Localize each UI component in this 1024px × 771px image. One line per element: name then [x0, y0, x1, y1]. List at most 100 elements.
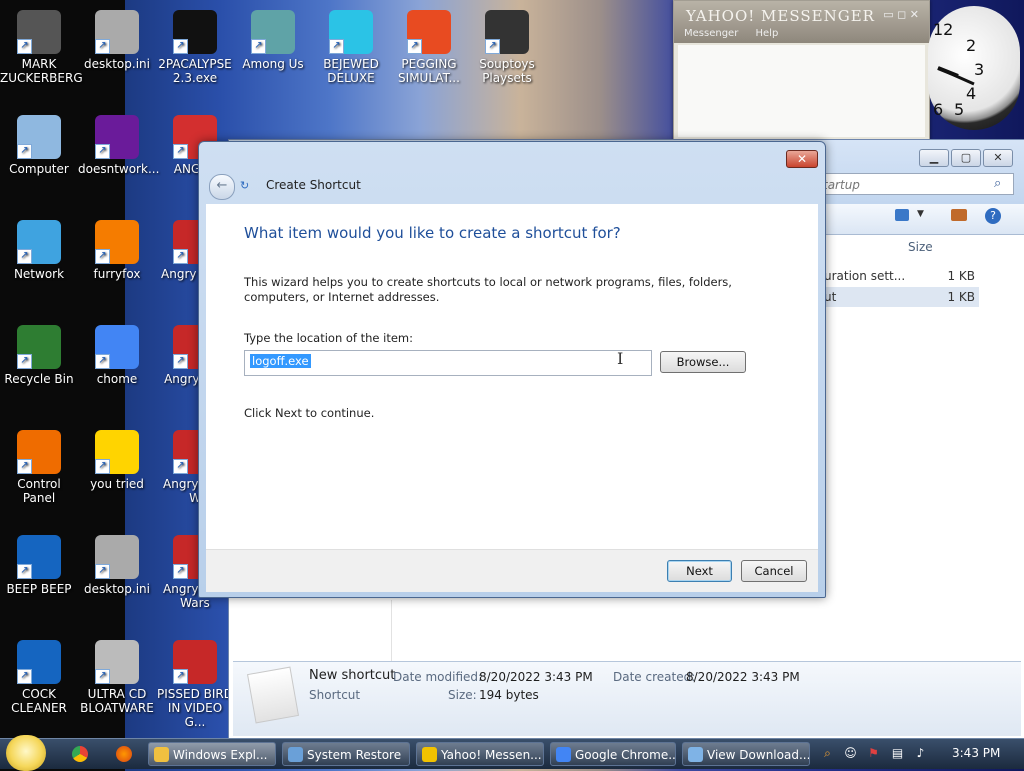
- desktop-icon-label: COCK CLEANER: [11, 687, 67, 715]
- shortcut-arrow-icon: ↗: [17, 249, 32, 264]
- desktop-icon[interactable]: ↗ ULTRA CD BLOATWARE: [78, 640, 156, 715]
- back-arrow-icon[interactable]: ←: [209, 174, 235, 200]
- views-icon[interactable]: [895, 209, 909, 221]
- taskbar-button-label: Google Chrome...: [575, 748, 676, 762]
- search-icon[interactable]: ⌕: [994, 176, 1001, 191]
- shortcut-icon: ↻: [240, 179, 250, 192]
- desktop-icon[interactable]: ↗ COCK CLEANER: [0, 640, 78, 715]
- desktop-icon-image: ↗: [173, 10, 217, 54]
- preview-pane-icon[interactable]: [951, 209, 967, 221]
- dialog-close-button[interactable]: ✕: [786, 150, 818, 168]
- details-name: New shortcut: [309, 668, 396, 683]
- clock-time[interactable]: 3:43 PM: [952, 746, 1000, 760]
- create-shortcut-dialog[interactable]: ✕ ← ↻ Create Shortcut What item would yo…: [198, 141, 826, 598]
- chrome-icon[interactable]: [72, 746, 88, 762]
- close-button[interactable]: ✕: [983, 149, 1013, 167]
- desktop-icon[interactable]: ↗ Control Panel: [0, 430, 78, 505]
- desktop-icon-label: desktop.ini: [84, 582, 150, 596]
- file-name: uration sett...: [824, 269, 906, 283]
- taskbar-app-icon: [288, 747, 303, 762]
- shortcut-arrow-icon: ↗: [485, 39, 500, 54]
- desktop-icon[interactable]: ↗ Network: [0, 220, 78, 281]
- desktop-icon-image: ↗: [95, 325, 139, 369]
- browse-button[interactable]: Browse...: [660, 351, 746, 373]
- desktop-icon-label: chome: [96, 372, 138, 386]
- taskbar-button[interactable]: Google Chrome...: [550, 742, 676, 766]
- desktop-icon-image: ↗: [17, 535, 61, 579]
- yahoo-window-controls[interactable]: ▭ ◻ ✕: [883, 8, 919, 21]
- messenger-tray-icon[interactable]: ☺: [843, 746, 858, 761]
- volume-icon[interactable]: ♪: [913, 746, 928, 761]
- dialog-content: What item would you like to create a sho…: [206, 204, 818, 549]
- yahoo-menu-messenger[interactable]: Messenger: [684, 28, 738, 39]
- desktop-icon-label: Recycle Bin: [4, 372, 74, 386]
- desktop-icon[interactable]: ↗ chome: [78, 325, 156, 386]
- taskbar-button-label: View Download...: [707, 748, 810, 762]
- dialog-hint: Click Next to continue.: [244, 406, 375, 420]
- desktop-icon[interactable]: ↗ 2PACALYPSE 2.3.exe: [156, 10, 234, 85]
- firefox-icon[interactable]: [116, 746, 132, 762]
- desktop-icon-image: ↗: [485, 10, 529, 54]
- desktop-icon-label: MARK ZUCKERBERG: [0, 57, 83, 85]
- minimize-button[interactable]: ▁: [919, 149, 949, 167]
- desktop-icon-label: BEJEWED DELUXE: [323, 57, 379, 85]
- taskbar-button[interactable]: Yahoo! Messen...: [416, 742, 544, 766]
- desktop-icon[interactable]: ↗ Souptoys Playsets: [468, 10, 546, 85]
- action-center-icon[interactable]: ⚑: [866, 746, 881, 761]
- shortcut-arrow-icon: ↗: [407, 39, 422, 54]
- desktop-icon[interactable]: ↗ PEGGING SIMULAT...: [390, 10, 468, 85]
- file-size: 1 KB: [947, 290, 975, 304]
- column-header-size[interactable]: Size: [824, 236, 1014, 256]
- details-created-value: 8/20/2022 3:43 PM: [686, 670, 800, 684]
- desktop-icon[interactable]: ↗ Among Us: [234, 10, 312, 71]
- details-modified-label: Date modified:: [393, 670, 483, 684]
- chevron-down-icon[interactable]: ▼: [917, 209, 924, 219]
- search-input[interactable]: tartup: [819, 173, 1014, 195]
- details-created-label: Date created:: [613, 670, 696, 684]
- desktop-icon[interactable]: ↗ you tried: [78, 430, 156, 491]
- shortcut-arrow-icon: ↗: [95, 39, 110, 54]
- file-row[interactable]: ut 1 KB: [824, 287, 979, 307]
- yahoo-messenger-window[interactable]: YAHOO! MESSENGER ▭ ◻ ✕ Messenger Help: [673, 0, 930, 142]
- shortcut-arrow-icon: ↗: [95, 669, 110, 684]
- desktop-icon-label: PISSED BIRD IN VIDEO G...: [157, 687, 233, 729]
- location-label: Type the location of the item:: [244, 331, 414, 345]
- yahoo-title: YAHOO! MESSENGER: [686, 7, 875, 25]
- desktop-icon-image: ↗: [95, 640, 139, 684]
- file-row[interactable]: uration sett... 1 KB: [824, 266, 979, 286]
- network-icon[interactable]: ▤: [890, 746, 905, 761]
- clock-gadget[interactable]: 12 2 3 4 5 6: [928, 6, 1020, 130]
- desktop-icon[interactable]: ↗ MARK ZUCKERBERG: [0, 10, 83, 85]
- start-button[interactable]: [6, 735, 46, 771]
- desktop-icon[interactable]: ↗ BEEP BEEP: [0, 535, 78, 596]
- shortcut-arrow-icon: ↗: [17, 144, 32, 159]
- shortcut-arrow-icon: ↗: [17, 39, 32, 54]
- taskbar-button[interactable]: System Restore: [282, 742, 410, 766]
- help-icon[interactable]: ?: [985, 208, 1001, 224]
- desktop-icon-label: PEGGING SIMULAT...: [398, 57, 460, 85]
- details-size-value: 194 bytes: [479, 688, 539, 702]
- desktop-icon[interactable]: ↗ desktop.ini: [78, 10, 156, 71]
- desktop-icon[interactable]: ↗ PISSED BIRD IN VIDEO G...: [156, 640, 234, 729]
- desktop-icon[interactable]: ↗ furryfox: [78, 220, 156, 281]
- next-button[interactable]: Next: [667, 560, 732, 582]
- shortcut-arrow-icon: ↗: [173, 39, 188, 54]
- desktop-icon-image: ↗: [17, 220, 61, 264]
- desktop-icon-image: ↗: [95, 115, 139, 159]
- desktop-icon[interactable]: ↗ BEJEWED DELUXE: [312, 10, 390, 85]
- desktop-icon[interactable]: ↗ doesntwork...: [78, 115, 159, 176]
- desktop-icon[interactable]: ↗ Recycle Bin: [0, 325, 78, 386]
- shortcut-arrow-icon: ↗: [251, 39, 266, 54]
- desktop-icon-image: ↗: [173, 640, 217, 684]
- desktop-icon[interactable]: ↗ Computer: [0, 115, 78, 176]
- yahoo-menu-help[interactable]: Help: [756, 28, 779, 39]
- yahoo-body: [678, 45, 925, 137]
- taskbar-button[interactable]: Windows Expl...: [148, 742, 276, 766]
- maximize-button[interactable]: ▢: [951, 149, 981, 167]
- taskbar-button[interactable]: View Download...: [682, 742, 810, 766]
- yahoo-titlebar[interactable]: YAHOO! MESSENGER ▭ ◻ ✕ Messenger Help: [674, 1, 929, 43]
- location-input[interactable]: logoff.exe: [244, 350, 652, 376]
- search-tray-icon[interactable]: ⌕: [820, 746, 835, 761]
- cancel-button[interactable]: Cancel: [741, 560, 807, 582]
- desktop-icon[interactable]: ↗ desktop.ini: [78, 535, 156, 596]
